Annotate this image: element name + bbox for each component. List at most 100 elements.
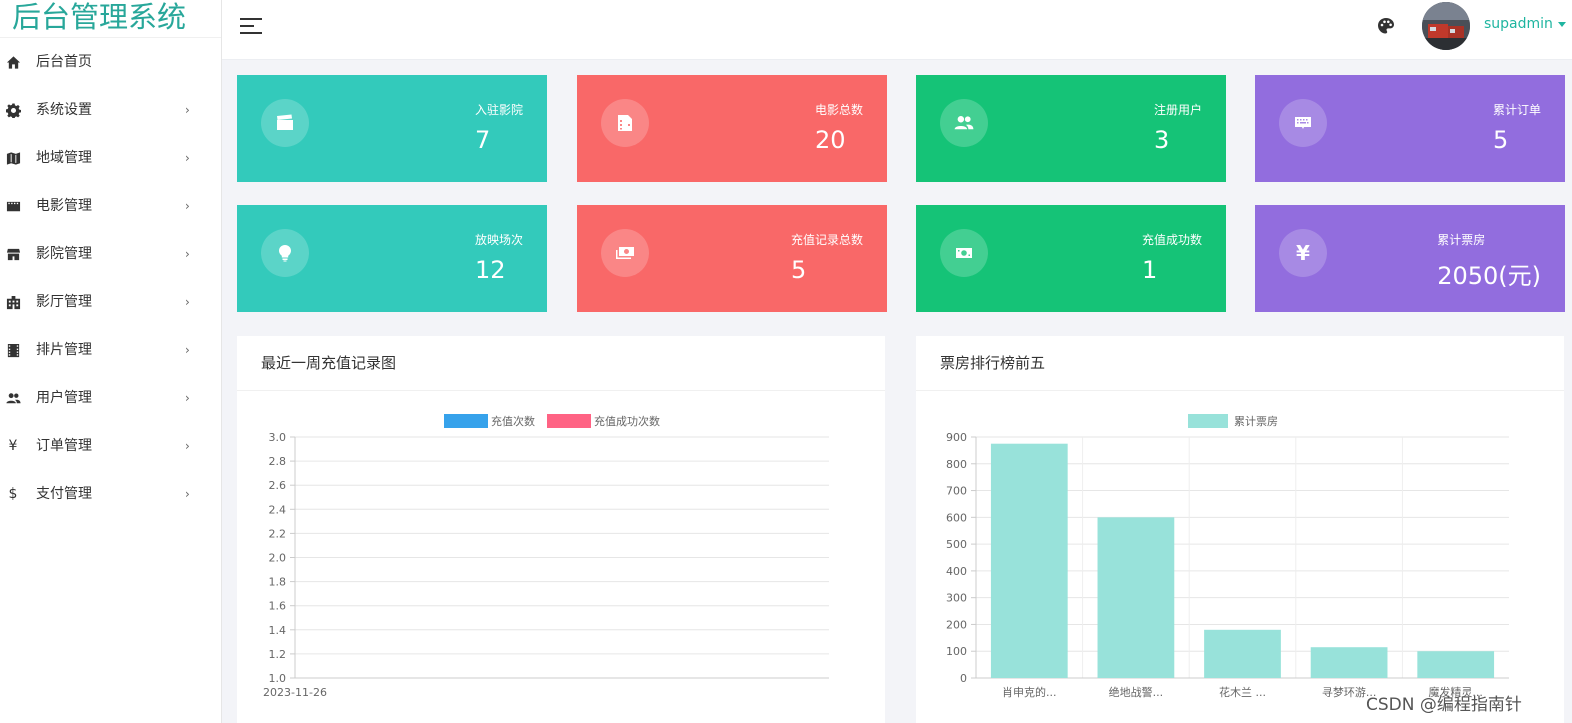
film-reel-icon [601, 99, 649, 147]
user-menu[interactable]: supadmin [1484, 16, 1566, 32]
yen-icon: ¥ [8, 438, 18, 454]
bar [990, 443, 1068, 678]
stat-value: 7 [474, 126, 491, 154]
stat-label: 入驻影院 [474, 103, 523, 117]
bar [1310, 647, 1388, 678]
y-tick-label: 500 [946, 538, 967, 551]
stat-value: 12 [474, 256, 506, 284]
y-tick-label: 3.0 [269, 431, 287, 444]
legend-swatch [547, 414, 591, 428]
sidebar-item-label: 影厅管理 [36, 294, 92, 310]
y-tick-label: 0 [960, 672, 967, 685]
bar [1417, 651, 1495, 678]
y-tick-label: 800 [946, 458, 967, 471]
sidebar-item-region[interactable]: 地域管理 › [0, 134, 221, 182]
stat-value: 5 [1492, 126, 1509, 154]
stat-card-movies[interactable]: 电影总数 20 [577, 75, 887, 182]
sidebar-item-label: 系统设置 [36, 102, 92, 118]
y-tick-label: 1.0 [269, 672, 287, 685]
y-tick-label: 1.8 [269, 576, 287, 589]
y-tick-label: 2.0 [269, 552, 287, 565]
stat-card-users[interactable]: 注册用户 3 [916, 75, 1226, 182]
stat-value: 3 [1153, 126, 1170, 154]
y-tick-label: 2.6 [269, 479, 287, 492]
top-header: supadmin [222, 0, 1572, 60]
recharge-line-chart: 充值次数 充值成功次数 3.0 2.8 2.6 2.4 2.2 2.0 1.8 1.6 1.4 1.2… [263, 414, 829, 699]
watermark: CSDN @编程指南针 [1366, 695, 1522, 715]
legend-label: 充值成功次数 [594, 414, 660, 428]
sidebar-item-home[interactable]: 后台首页 [0, 38, 221, 86]
caret-down-icon [1557, 21, 1566, 27]
palette-icon[interactable] [1376, 16, 1396, 36]
chevron-right-icon: › [185, 247, 190, 261]
y-tick-label: 2.4 [269, 503, 287, 516]
film-icon [5, 198, 21, 214]
stat-card-screenings[interactable]: 放映场次 12 [237, 205, 547, 312]
users-icon [5, 390, 21, 406]
y-tick-label: 1.4 [269, 624, 287, 637]
stat-label: 累计票房 [1437, 233, 1486, 247]
sidebar-item-users[interactable]: 用户管理 › [0, 374, 221, 422]
stat-value: 20 [814, 126, 846, 154]
x-tick-label: 肖申克的... [1002, 685, 1057, 699]
panel-title: 最近一周充值记录图 [237, 336, 885, 391]
chevron-right-icon: › [185, 151, 190, 165]
chevron-right-icon: › [185, 343, 190, 357]
avatar[interactable] [1422, 2, 1470, 50]
film-strip-icon [5, 342, 21, 358]
dollar-icon: $ [8, 486, 18, 502]
stat-label: 累计订单 [1492, 103, 1541, 117]
menu-toggle-icon[interactable] [240, 18, 262, 36]
legend-label: 累计票房 [1234, 415, 1278, 428]
app-logo-title[interactable]: 后台管理系统 [0, 0, 221, 38]
panel-title: 票房排行榜前五 [916, 336, 1564, 391]
y-tick-label: 1.2 [269, 648, 287, 661]
y-tick-label: 900 [946, 431, 967, 444]
stat-label: 电影总数 [814, 103, 863, 117]
stat-card-recharge-records[interactable]: 充值记录总数 5 [577, 205, 887, 312]
sidebar-item-label: 电影管理 [36, 198, 92, 214]
x-tick-label: 花木兰 ... [1219, 686, 1266, 699]
stat-label: 放映场次 [474, 233, 523, 247]
legend-swatch [444, 414, 488, 428]
stat-card-box-office[interactable]: ¥ 累计票房 2050(元) [1255, 205, 1565, 312]
keyboard-icon [1279, 99, 1327, 147]
sidebar-item-settings[interactable]: 系统设置 › [0, 86, 221, 134]
stat-value: 2050(元) [1437, 262, 1541, 290]
chevron-right-icon: › [185, 103, 190, 117]
stat-card-cinemas[interactable]: 入驻影院 7 [237, 75, 547, 182]
sidebar-item-payments[interactable]: $ 支付管理 › [0, 470, 221, 518]
bar [1097, 517, 1175, 678]
sidebar-item-schedule[interactable]: 排片管理 › [0, 326, 221, 374]
sidebar-item-cinemas[interactable]: 影院管理 › [0, 230, 221, 278]
gear-icon [5, 102, 21, 118]
bar [1204, 629, 1281, 678]
y-tick-label: 200 [946, 618, 967, 631]
y-tick-label: 1.6 [269, 600, 287, 613]
y-tick-label: 2.2 [269, 527, 287, 540]
chevron-right-icon: › [185, 487, 190, 501]
sidebar-item-label: 后台首页 [36, 54, 92, 70]
stat-card-orders[interactable]: 累计订单 5 [1255, 75, 1565, 182]
stat-label: 充值成功数 [1141, 233, 1202, 247]
lightbulb-icon [261, 229, 309, 277]
boxoffice-bar-chart: 累计票房 900 800 700 600 500 400 300 200 100 0 肖申克的... 绝… [946, 414, 1509, 699]
sidebar-item-label: 用户管理 [36, 390, 92, 406]
y-tick-label: 600 [946, 511, 967, 524]
stat-card-recharge-success[interactable]: 充值成功数 1 [916, 205, 1226, 312]
sidebar-item-halls[interactable]: 影厅管理 › [0, 278, 221, 326]
sidebar-item-movies[interactable]: 电影管理 › [0, 182, 221, 230]
y-tick-label: 2.8 [269, 455, 287, 468]
sidebar-item-orders[interactable]: ¥ 订单管理 › [0, 422, 221, 470]
chevron-right-icon: › [185, 439, 190, 453]
money-icon [940, 229, 988, 277]
y-tick-label: 100 [946, 645, 967, 658]
money-icon [601, 229, 649, 277]
home-icon [5, 54, 21, 70]
store-icon [5, 246, 21, 262]
stat-value: 1 [1141, 256, 1158, 284]
building-icon [5, 294, 21, 310]
stat-label: 充值记录总数 [790, 233, 863, 247]
sidebar-item-label: 支付管理 [36, 486, 92, 502]
y-tick-label: 700 [946, 485, 967, 498]
